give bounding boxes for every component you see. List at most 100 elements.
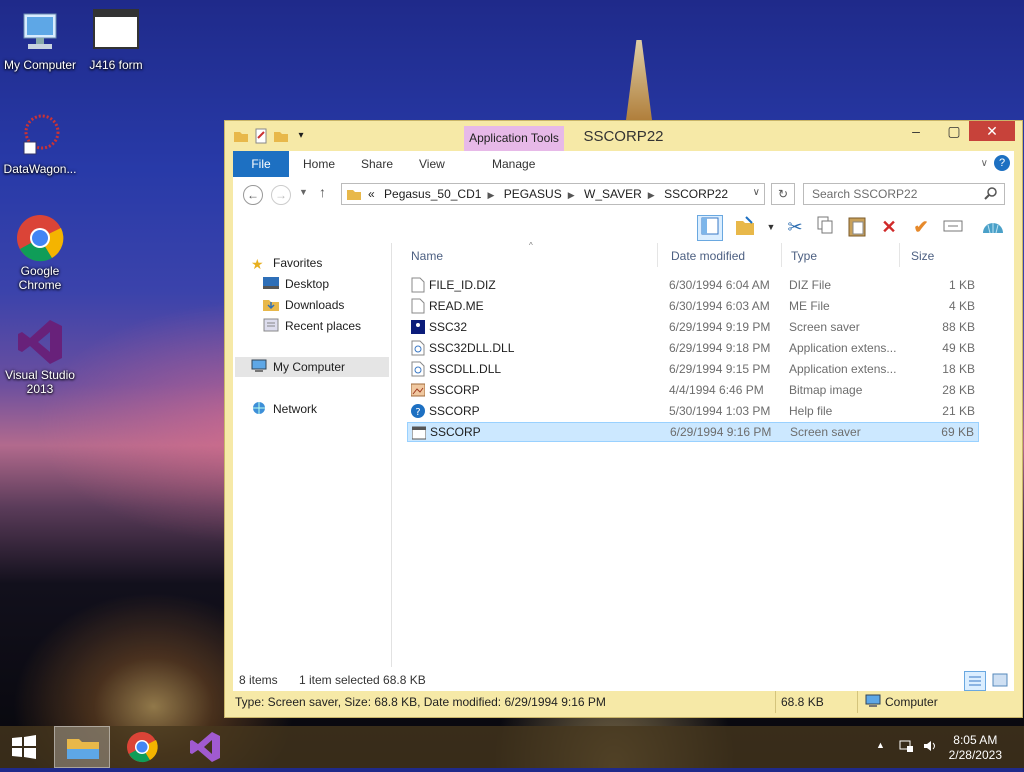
column-header-name[interactable]: Name [411, 249, 443, 263]
address-bar[interactable]: « Pegasus_50_CD1 ▶ PEGASUS ▶ W_SAVER ▶ SSCO… [341, 183, 765, 205]
shell-icon[interactable] [981, 215, 1005, 239]
tab-file[interactable]: File [233, 151, 289, 177]
start-button[interactable] [0, 726, 48, 768]
details-location: Computer [885, 695, 938, 709]
context-tab-application-tools: Application Tools [464, 126, 564, 151]
properties-icon[interactable] [253, 128, 269, 144]
network-tray-icon[interactable] [898, 738, 914, 757]
tab-share[interactable]: Share [361, 151, 393, 177]
copy-icon[interactable] [813, 215, 837, 239]
help-icon[interactable]: ? [994, 155, 1010, 171]
taskbar-file-explorer[interactable] [54, 726, 110, 768]
search-input[interactable]: Search SSCORP22 [803, 183, 1005, 205]
table-row[interactable]: SSC32DLL.DLL 6/29/1994 9:18 PM Application… [407, 338, 979, 358]
new-folder-icon[interactable] [273, 128, 289, 144]
breadcrumb-item[interactable]: SSCORP22 [664, 187, 728, 201]
up-button[interactable]: ↑ [319, 184, 326, 200]
recent-locations-icon[interactable]: ▼ [299, 187, 308, 197]
table-row[interactable]: SSCDLL.DLL 6/29/1994 9:15 PM Application e… [407, 359, 979, 379]
nav-downloads[interactable]: Downloads [263, 295, 344, 315]
nav-recent-places[interactable]: Recent places [263, 316, 361, 336]
breadcrumb-item[interactable]: PEGASUS [504, 187, 562, 201]
preview-pane-icon[interactable] [697, 215, 723, 241]
tab-home[interactable]: Home [303, 151, 335, 177]
expand-ribbon-icon[interactable]: ∨ [981, 151, 988, 177]
nav-favorites[interactable]: ★ Favorites [251, 253, 322, 273]
column-divider[interactable] [899, 243, 900, 267]
desktop-icon-google-chrome[interactable]: Google Chrome [0, 214, 80, 292]
file-size: 1 KB [948, 278, 975, 292]
file-name: READ.ME [429, 299, 484, 313]
tab-view[interactable]: View [419, 151, 445, 177]
cut-icon[interactable]: ✂ [783, 215, 807, 239]
nav-label: Network [273, 402, 318, 416]
column-header-date-modified[interactable]: Date modified [671, 249, 745, 263]
file-type: DIZ File [789, 278, 831, 292]
table-row[interactable]: ? SSCORP 5/30/1994 1:03 PM Help file 21 KB [407, 401, 979, 421]
folder-options-icon[interactable] [733, 215, 757, 239]
clock[interactable]: 8:05 AM 2/28/2023 [949, 733, 1002, 763]
select-checkmark-icon[interactable]: ✔ [909, 215, 933, 239]
chevron-right-icon[interactable]: ▶ [487, 190, 494, 200]
divider [775, 691, 776, 713]
column-header-size[interactable]: Size [911, 249, 934, 263]
nav-network[interactable]: Network [251, 399, 317, 419]
chrome-icon [127, 732, 158, 763]
close-button[interactable]: ✕ [969, 121, 1015, 141]
desktop-icon-visual-studio[interactable]: Visual Studio 2013 [0, 318, 80, 396]
customize-qat-icon[interactable]: ▾ [293, 128, 309, 144]
table-row[interactable]: FILE_ID.DIZ 6/30/1994 6:04 AM DIZ File 1 KB [407, 275, 979, 295]
chevron-right-icon[interactable]: ▶ [568, 190, 575, 200]
refresh-button[interactable]: ↻ [771, 183, 795, 205]
desktop-icon-my-computer[interactable]: My Computer [0, 8, 80, 72]
rename-icon[interactable] [941, 215, 965, 239]
show-hidden-icons[interactable]: ▲ [876, 740, 885, 750]
file-type: Screen saver [789, 320, 860, 334]
maximize-button[interactable]: ▢ [940, 121, 968, 141]
minimize-button[interactable]: – [902, 121, 930, 141]
details-info: Type: Screen saver, Size: 68.8 KB, Date … [235, 695, 606, 709]
taskbar-visual-studio[interactable] [180, 726, 228, 768]
breadcrumb-item[interactable]: W_SAVER [584, 187, 642, 201]
content-area: ★ Favorites Desktop Downloads Recent plac… [233, 241, 1014, 695]
file-size: 4 KB [948, 299, 975, 313]
table-row[interactable]: READ.ME 6/30/1994 6:03 AM ME File 4 KB [407, 296, 979, 316]
chevron-right-icon[interactable]: ▶ [648, 190, 655, 200]
desktop-icon-label: J416 form [89, 58, 143, 72]
chevron-down-icon[interactable]: ▼ [759, 215, 783, 239]
folder-icon[interactable] [233, 128, 249, 144]
taskbar-chrome[interactable] [118, 726, 166, 768]
tower-light-decoration [626, 40, 652, 120]
svg-text:?: ? [415, 407, 420, 418]
desktop-icon-j416-form[interactable]: J416 form [76, 8, 156, 72]
file-name: FILE_ID.DIZ [429, 278, 496, 292]
large-icons-view-icon[interactable] [990, 671, 1010, 689]
file-type: ME File [789, 299, 830, 313]
column-header-type[interactable]: Type [791, 249, 817, 263]
column-divider[interactable] [657, 243, 658, 267]
paste-icon[interactable] [845, 215, 869, 239]
file-type: Application extens... [789, 362, 897, 376]
column-divider[interactable] [781, 243, 782, 267]
volume-icon[interactable] [922, 738, 938, 757]
desktop-icon-datawagon[interactable]: DataWagon... [0, 112, 80, 176]
breadcrumb-item[interactable]: Pegasus_50_CD1 [384, 187, 481, 201]
network-icon [251, 401, 267, 415]
nav-my-computer[interactable]: My Computer [251, 357, 345, 377]
file-size: 69 KB [941, 425, 974, 439]
quick-access-toolbar: ▾ [233, 128, 309, 144]
nav-desktop[interactable]: Desktop [263, 274, 329, 294]
back-button[interactable]: ← [243, 185, 263, 205]
breadcrumb-overflow[interactable]: « [368, 187, 375, 201]
table-row-selected[interactable]: SSCORP 6/29/1994 9:16 PM Screen saver 69 KB [407, 422, 979, 442]
forward-button[interactable]: → [271, 185, 291, 205]
tab-manage[interactable]: Manage [492, 151, 535, 177]
table-row[interactable]: SSC32 6/29/1994 9:19 PM Screen saver 88 KB [407, 317, 979, 337]
file-name: SSC32 [429, 320, 468, 334]
search-icon[interactable] [984, 186, 998, 203]
chevron-down-icon[interactable]: ∨ [753, 187, 760, 198]
table-row[interactable]: SSCORP 4/4/1994 6:46 PM Bitmap image 28 KB [407, 380, 979, 400]
details-view-icon[interactable] [964, 671, 986, 691]
delete-icon[interactable]: ✕ [877, 215, 901, 239]
file-name: SSCORP [429, 404, 480, 418]
